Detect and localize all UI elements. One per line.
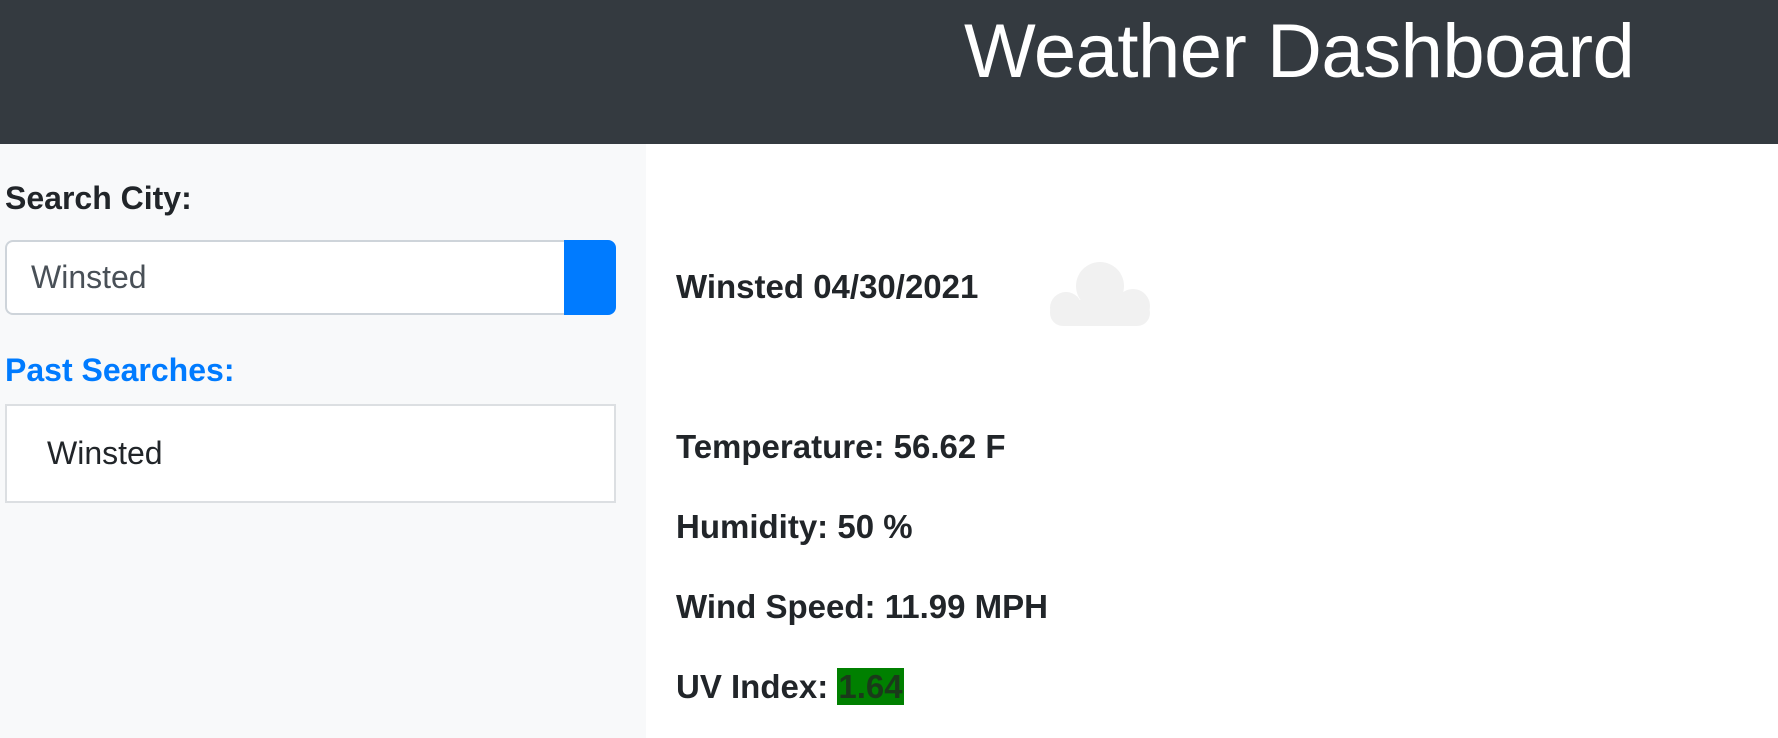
- humidity-stat: Humidity: 50 %: [676, 508, 913, 546]
- temperature-stat: Temperature: 56.62 F: [676, 428, 1006, 466]
- wind-speed-stat: Wind Speed: 11.99 MPH: [676, 588, 1048, 626]
- search-button[interactable]: [564, 240, 616, 315]
- humidity-value: 50 %: [837, 508, 913, 545]
- temperature-label: Temperature:: [676, 428, 885, 465]
- current-weather-panel: Winsted 04/30/2021 Temperature: 56.62 F …: [646, 144, 1778, 738]
- city-date-heading: Winsted 04/30/2021: [676, 268, 979, 305]
- temperature-value: 56.62 F: [893, 428, 1006, 465]
- humidity-label: Humidity:: [676, 508, 829, 545]
- past-searches-list: Winsted: [5, 404, 616, 503]
- page-header: Weather Dashboard: [0, 0, 1778, 144]
- search-city-label: Search City:: [5, 180, 192, 216]
- past-searches-label: Past Searches:: [5, 352, 235, 388]
- cloud-icon: [1050, 262, 1150, 326]
- uv-index-stat: UV Index: 1.64: [676, 668, 904, 706]
- page-title: Weather Dashboard: [964, 9, 1635, 94]
- search-input[interactable]: [5, 240, 565, 315]
- sidebar: Search City: Past Searches: Winsted: [0, 144, 646, 738]
- wind-speed-label: Wind Speed:: [676, 588, 876, 625]
- uv-index-badge: 1.64: [837, 668, 904, 705]
- wind-speed-value: 11.99 MPH: [884, 588, 1048, 625]
- past-search-item[interactable]: Winsted: [47, 435, 163, 472]
- uv-index-label: UV Index:: [676, 668, 829, 705]
